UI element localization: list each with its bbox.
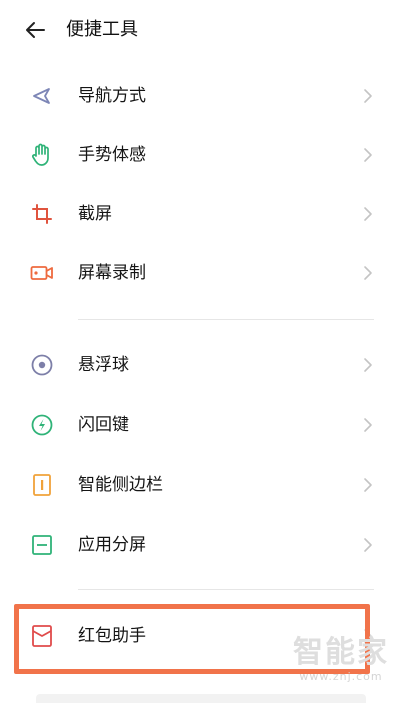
list-item-gesture[interactable]: 手势体感 <box>0 125 400 185</box>
list-item-smart-sidebar[interactable]: 智能侧边栏 <box>0 455 400 515</box>
hand-gesture-icon <box>28 141 56 169</box>
chevron-right-icon <box>360 535 376 555</box>
chevron-right-icon <box>360 204 376 224</box>
list-item-flashback-key[interactable]: 闪回键 <box>0 395 400 455</box>
section-divider <box>78 589 374 590</box>
floating-ball-icon <box>28 351 56 379</box>
chevron-right-icon <box>360 355 376 375</box>
back-button[interactable] <box>20 17 50 43</box>
list-item-floating-ball[interactable]: 悬浮球 <box>0 335 400 395</box>
list-item-screen-recording[interactable]: 屏幕录制 <box>0 243 400 303</box>
list-item-label: 悬浮球 <box>78 355 129 375</box>
arrow-left-icon <box>26 22 45 38</box>
flash-icon <box>28 411 56 439</box>
list-item-screenshot[interactable]: 截屏 <box>0 184 400 244</box>
highlight-box <box>14 604 370 674</box>
top-bar: 便捷工具 <box>0 0 400 60</box>
list-item-label: 截屏 <box>78 204 112 224</box>
list-item-label: 手势体感 <box>78 145 146 165</box>
list-item-label: 导航方式 <box>78 86 146 106</box>
list-item-label: 应用分屏 <box>78 535 146 555</box>
next-section-edge <box>36 694 366 703</box>
video-camera-icon <box>28 259 56 287</box>
section-divider <box>78 319 374 320</box>
page-title: 便捷工具 <box>66 19 138 40</box>
list-item-label: 屏幕录制 <box>78 263 146 283</box>
chevron-right-icon <box>360 475 376 495</box>
sidebar-icon <box>28 471 56 499</box>
chevron-right-icon <box>360 263 376 283</box>
chevron-right-icon <box>360 415 376 435</box>
split-screen-icon <box>28 531 56 559</box>
list-item-label: 智能侧边栏 <box>78 475 163 495</box>
chevron-right-icon <box>360 86 376 106</box>
crop-icon <box>28 200 56 228</box>
list-item-split-screen[interactable]: 应用分屏 <box>0 515 400 575</box>
navigation-arrow-icon <box>28 82 56 110</box>
list-item-navigation-mode[interactable]: 导航方式 <box>0 66 400 126</box>
list-item-label: 闪回键 <box>78 415 129 435</box>
chevron-right-icon <box>360 145 376 165</box>
